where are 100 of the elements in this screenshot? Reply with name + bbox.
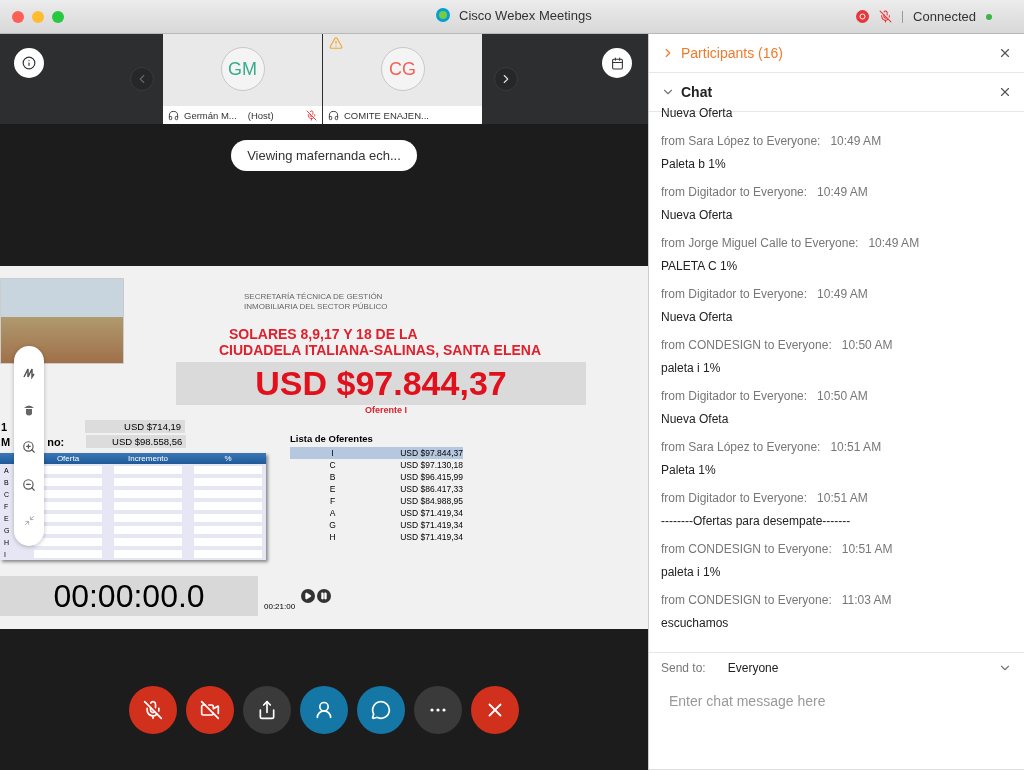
message-sender: from Sara López to Everyone: — [661, 440, 821, 454]
participant-name: COMITE ENAJEN... — [344, 109, 429, 121]
column-header: Incremento — [127, 454, 169, 463]
summary-value: USD $98.558,56 — [86, 435, 187, 448]
participant-tile[interactable]: GM Germán M... (Host) — [163, 34, 322, 124]
message-text: Nueva Ofeta — [661, 412, 730, 426]
message-text: Paleta b 1% — [661, 157, 727, 171]
pause-button[interactable] — [317, 589, 332, 603]
message-time: 10:49 AM — [868, 236, 920, 250]
video-off-icon — [200, 699, 220, 720]
bidder-row-text: F USD $84.988,95 — [328, 495, 463, 507]
message-time: 11:03 AM — [841, 593, 892, 607]
message-sender: from Sara López to Everyone: — [661, 134, 821, 148]
message-sender: from CONDESIGN to Everyone: — [661, 542, 832, 556]
message-text: Nueva Oferta — [661, 310, 734, 324]
avatar-initials: GM — [220, 47, 265, 91]
message-sender: from Digitador to Everyone: — [661, 287, 808, 301]
message-time: 10:49 AM — [817, 287, 868, 301]
message-time: 10:49 AM — [830, 134, 882, 148]
viewing-label: Viewing mafernanda ech... — [231, 140, 417, 171]
bidder-row: I USD $97.844,37 — [290, 447, 463, 459]
table-cell — [114, 502, 182, 510]
list-title: Lista de Oferentes — [290, 433, 374, 444]
bidder-row-text: H USD $71.419,34 — [328, 531, 463, 543]
table-cell — [114, 466, 182, 474]
zoom-out-icon[interactable] — [22, 477, 36, 492]
close-icon[interactable] — [998, 46, 1012, 60]
share-icon — [257, 699, 277, 720]
pause-icon — [320, 592, 329, 600]
table-cell — [114, 490, 182, 498]
play-button[interactable] — [301, 589, 316, 603]
message-time: 10:50 AM — [841, 338, 893, 352]
leave-button[interactable] — [471, 685, 519, 734]
participant-role: (Host) — [247, 109, 274, 121]
table-cell — [194, 478, 262, 486]
message-text: paleta i 1% — [661, 361, 722, 375]
table-cell — [194, 502, 262, 510]
message-sender: from Digitador to Everyone: — [661, 185, 808, 199]
column-header: % — [223, 454, 233, 463]
table-cell — [114, 550, 182, 558]
column-header: Oferta — [55, 454, 81, 463]
message-time: 10:49 AM — [817, 185, 868, 199]
summary-label: no: — [47, 435, 65, 448]
table-cell — [114, 526, 182, 534]
message-time: 10:51 AM — [830, 440, 882, 454]
play-icon — [304, 592, 313, 600]
timer-display: 00:00:00.0 — [0, 576, 258, 616]
headset-icon — [168, 109, 179, 121]
message-time: 10:51 AM — [817, 491, 868, 505]
message-time: 10:50 AM — [817, 389, 868, 403]
message-text: Paleta 1% — [661, 463, 717, 477]
status-dot-icon — [986, 13, 992, 20]
bidder-row-text: E USD $86.417,33 — [328, 483, 463, 495]
app-logo-icon — [435, 7, 451, 23]
winning-amount: USD $97.844,37 — [176, 362, 586, 405]
avatar-initials: CG — [380, 47, 425, 91]
table-cell — [114, 538, 182, 546]
bidder-row-text: A USD $71.419,34 — [328, 507, 463, 519]
chat-button[interactable] — [357, 685, 405, 734]
slide-title: SOLARES 8,9,17 Y 18 DE LA — [229, 326, 418, 342]
table-cell — [194, 550, 262, 558]
table-cell — [194, 514, 262, 522]
message-text: escuchamos — [661, 616, 730, 630]
mute-button[interactable] — [129, 685, 177, 734]
summary-label: 1 — [1, 420, 8, 433]
table-cell — [34, 550, 102, 558]
bidder-row-text: C USD $97.130,18 — [328, 459, 463, 471]
message-sender: from Digitador to Everyone: — [661, 389, 808, 403]
message-text: Nueva Oferta — [661, 208, 734, 222]
table-cell — [114, 514, 182, 522]
share-button[interactable] — [243, 685, 291, 734]
message-sender: from Jorge Miguel Calle to Everyone: — [661, 236, 859, 250]
layout-icon — [610, 56, 624, 70]
participant-name: Germán M... — [184, 109, 237, 121]
participant-tile[interactable]: CG COMITE ENAJEN... — [323, 34, 482, 124]
message-text: PALETA C 1% — [661, 259, 739, 273]
bidder-row-text: G USD $71.419,34 — [328, 519, 463, 531]
table-cell — [114, 478, 182, 486]
recipient-dropdown[interactable]: Everyone — [727, 661, 1012, 675]
headset-icon — [328, 109, 339, 121]
summary-value: USD $714,19 — [85, 420, 186, 433]
zoom-in-icon[interactable] — [22, 440, 36, 455]
message-text: --------Ofertas para desempate------- — [661, 514, 852, 528]
winning-bidder: Oferente I — [365, 405, 407, 415]
next-button[interactable] — [494, 67, 518, 91]
table-cell — [194, 490, 262, 498]
connection-status: Connected — [913, 9, 976, 24]
message-sender: from Digitador to Everyone: — [661, 491, 808, 505]
send-to-label: Send to: — [661, 661, 706, 675]
message-sender: from CONDESIGN to Everyone: — [661, 338, 832, 352]
more-icon — [430, 707, 446, 712]
close-icon[interactable] — [998, 85, 1012, 99]
layout-button[interactable] — [602, 48, 632, 78]
table-cell — [194, 466, 262, 474]
organization-name: SECRETARÍA TÉCNICA DE GESTIÓN INMOBILIARIA DEL SECTOR PÚBLICO — [244, 292, 388, 312]
info-button[interactable] — [14, 48, 44, 78]
info-icon — [22, 56, 36, 70]
participants-button[interactable] — [300, 685, 348, 734]
message-time: 10:51 AM — [841, 542, 893, 556]
video-button[interactable] — [186, 685, 234, 734]
